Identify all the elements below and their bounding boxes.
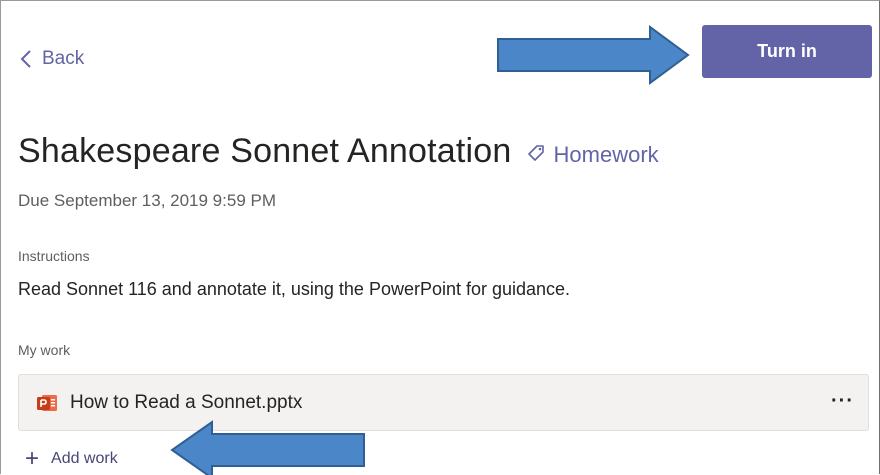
file-name: How to Read a Sonnet.pptx (70, 391, 303, 413)
attached-file-row[interactable]: How to Read a Sonnet.pptx ··· (18, 374, 869, 431)
category-tag: Homework (526, 142, 659, 168)
chevron-left-icon (18, 47, 36, 71)
my-work-label: My work (18, 342, 71, 358)
assignment-header: Shakespeare Sonnet Annotation Homework (18, 132, 659, 171)
instructions-label: Instructions (18, 248, 90, 264)
annotation-arrow-turn-in (497, 25, 690, 85)
back-button[interactable]: Back (18, 47, 84, 71)
assignment-title: Shakespeare Sonnet Annotation (18, 132, 512, 170)
powerpoint-file-icon (36, 392, 58, 414)
back-label: Back (42, 48, 85, 69)
more-options-button[interactable]: ··· (831, 390, 854, 413)
add-work-button[interactable]: + Add work (25, 445, 118, 472)
add-work-label: Add work (51, 450, 118, 467)
category-label: Homework (553, 142, 659, 167)
due-date: Due September 13, 2019 9:59 PM (18, 191, 276, 210)
plus-icon: + (25, 445, 40, 472)
annotation-arrow-add-work (170, 420, 365, 475)
turn-in-label: Turn in (757, 41, 817, 61)
turn-in-button[interactable]: Turn in (702, 25, 872, 78)
instructions-text: Read Sonnet 116 and annotate it, using t… (18, 279, 571, 299)
tag-icon (526, 142, 554, 168)
